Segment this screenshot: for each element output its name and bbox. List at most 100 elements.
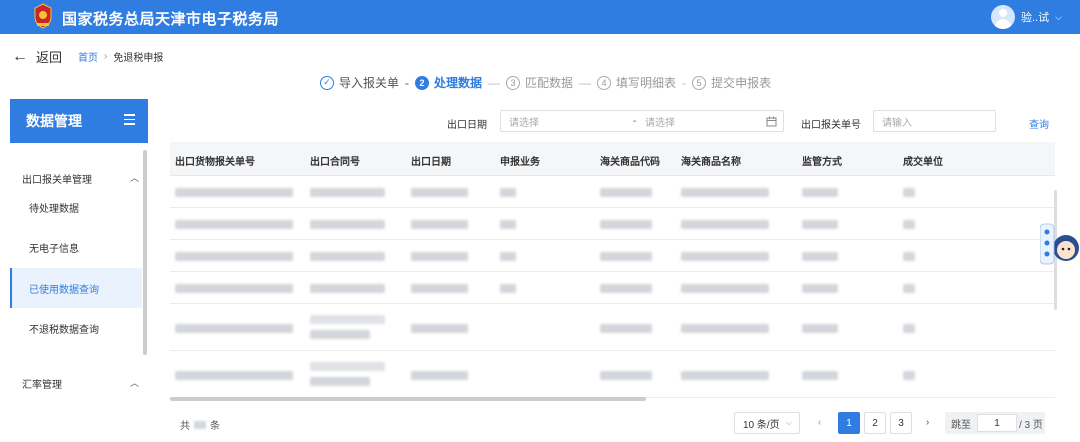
redacted-cell xyxy=(681,188,769,197)
declaration-number-label: 出口报关单号 xyxy=(801,120,861,131)
check-circle-icon: ✓ xyxy=(320,75,334,90)
step-4: 4 填写明细表 xyxy=(597,74,676,91)
date-end-input[interactable]: 请选择 xyxy=(645,114,675,129)
redacted-cell xyxy=(411,284,468,293)
chevron-down-icon: ⌵ xyxy=(785,418,792,427)
redacted-cell xyxy=(310,330,370,339)
table-row[interactable] xyxy=(170,351,1055,398)
redacted-cell xyxy=(600,324,652,333)
redacted-cell xyxy=(802,371,838,380)
date-start-input[interactable]: 请选择 xyxy=(509,114,539,129)
export-date-range-picker[interactable]: 请选择 - 请选择 xyxy=(500,110,784,132)
chevron-up-icon[interactable]: ︿ xyxy=(130,171,139,184)
redacted-cell xyxy=(600,284,652,293)
step-number: 2 xyxy=(415,75,430,90)
redacted-cell xyxy=(600,371,652,380)
redacted-cell xyxy=(681,324,769,333)
redacted-cell xyxy=(500,220,516,229)
user-name[interactable]: 验..试 xyxy=(1021,9,1049,25)
sidebar-item-no-electronic[interactable]: 无电子信息 xyxy=(10,227,142,267)
step-5: 5 提交申报表 xyxy=(692,74,771,91)
sidebar-collapse-icon[interactable] xyxy=(124,114,135,126)
date-range-separator: - xyxy=(633,115,637,127)
total-suffix: 条 xyxy=(210,421,220,432)
redacted-cell xyxy=(175,252,293,261)
redacted-cell xyxy=(175,284,293,293)
chevron-up-icon[interactable]: ︿ xyxy=(130,376,139,389)
sidebar-title: 数据管理 xyxy=(26,113,82,129)
sidebar-scrollbar[interactable] xyxy=(143,150,147,355)
step-number: 3 xyxy=(506,75,521,90)
sidebar-item-label: 不退税数据查询 xyxy=(29,324,99,336)
step-separator: - xyxy=(682,75,687,90)
user-avatar-icon[interactable] xyxy=(991,5,1016,29)
back-button[interactable]: 返回 xyxy=(36,47,62,66)
page-button-1[interactable]: 1 xyxy=(838,412,860,434)
jump-page-input[interactable]: 1 xyxy=(977,414,1017,432)
redacted-cell xyxy=(411,220,468,229)
redacted-cell xyxy=(175,371,293,380)
redacted-cell xyxy=(903,252,915,261)
redacted-cell xyxy=(903,220,915,229)
page-button-2[interactable]: 2 xyxy=(864,412,886,434)
total-count: 共 条 xyxy=(180,417,220,432)
redacted-cell xyxy=(600,188,652,197)
redacted-total xyxy=(194,420,206,429)
prev-page-button[interactable]: ‹ xyxy=(818,417,821,428)
query-button[interactable]: 查询 xyxy=(1029,116,1049,131)
page-size-select[interactable]: 10 条/页 ⌵ xyxy=(734,412,800,434)
assistant-mascot-icon[interactable] xyxy=(1040,222,1080,268)
redacted-cell xyxy=(903,188,915,197)
back-arrow-icon[interactable]: ← xyxy=(12,48,28,66)
calendar-icon[interactable] xyxy=(766,116,777,127)
step-number: 5 xyxy=(692,75,707,90)
redacted-cell xyxy=(600,252,652,261)
declaration-number-input[interactable]: 请输入 xyxy=(873,110,996,132)
step-2: 2 处理数据 xyxy=(415,74,482,91)
table-horizontal-scrollbar[interactable] xyxy=(170,397,646,401)
table-row[interactable] xyxy=(170,272,1055,304)
redacted-cell xyxy=(903,371,915,380)
column-header: 海关商品代码 xyxy=(600,157,660,168)
redacted-cell xyxy=(500,188,516,197)
breadcrumb-home[interactable]: 首页 xyxy=(78,49,98,64)
next-page-button[interactable]: › xyxy=(926,417,929,428)
sidebar-item-used-data[interactable]: 已使用数据查询 xyxy=(10,268,142,308)
back-breadcrumb-bar: ← 返回 首页 › 免退税申报 xyxy=(12,47,163,66)
export-date-label: 出口日期 xyxy=(447,120,487,131)
redacted-cell xyxy=(310,284,385,293)
step-label: 处理数据 xyxy=(434,76,483,90)
step-separator: — xyxy=(579,75,592,90)
redacted-cell xyxy=(310,220,385,229)
tax-emblem-logo xyxy=(34,3,52,29)
redacted-cell xyxy=(681,371,769,380)
table-row[interactable] xyxy=(170,240,1055,272)
export-declaration-table: 出口货物报关单号 出口合同号 出口日期 申报业务 海关商品代码 海关商品名称 监… xyxy=(170,142,1055,400)
table-row[interactable] xyxy=(170,304,1055,351)
page-button-3[interactable]: 3 xyxy=(890,412,912,434)
column-header: 监管方式 xyxy=(802,157,842,168)
step-label: 提交申报表 xyxy=(711,76,772,90)
sidebar-item-label: 已使用数据查询 xyxy=(29,284,99,296)
chevron-down-icon[interactable]: ⌵ xyxy=(1055,12,1062,23)
sidebar-item-pending[interactable]: 待处理数据 xyxy=(10,187,142,227)
redacted-cell xyxy=(681,284,769,293)
breadcrumb-separator: › xyxy=(104,51,108,62)
user-menu[interactable]: 验..试 ⌵ xyxy=(991,5,1062,29)
column-header: 海关商品名称 xyxy=(681,157,741,168)
redacted-cell xyxy=(175,220,293,229)
sidebar-group-declaration[interactable]: 出口报关单管理 xyxy=(22,171,92,186)
page-size-value: 10 条/页 xyxy=(743,419,780,431)
sidebar-item-label: 待处理数据 xyxy=(29,203,79,215)
table-row[interactable] xyxy=(170,176,1055,208)
sidebar-group-exchange-rate[interactable]: 汇率管理 xyxy=(22,376,62,391)
step-separator: - xyxy=(405,75,410,90)
redacted-cell xyxy=(802,324,838,333)
table-row[interactable] xyxy=(170,208,1055,240)
redacted-cell xyxy=(411,371,468,380)
table-header: 出口货物报关单号 出口合同号 出口日期 申报业务 海关商品代码 海关商品名称 监… xyxy=(170,142,1055,176)
column-header: 申报业务 xyxy=(500,157,540,168)
sidebar-header: 数据管理 xyxy=(10,99,148,143)
redacted-cell xyxy=(802,188,838,197)
sidebar-item-no-refund[interactable]: 不退税数据查询 xyxy=(10,308,142,348)
